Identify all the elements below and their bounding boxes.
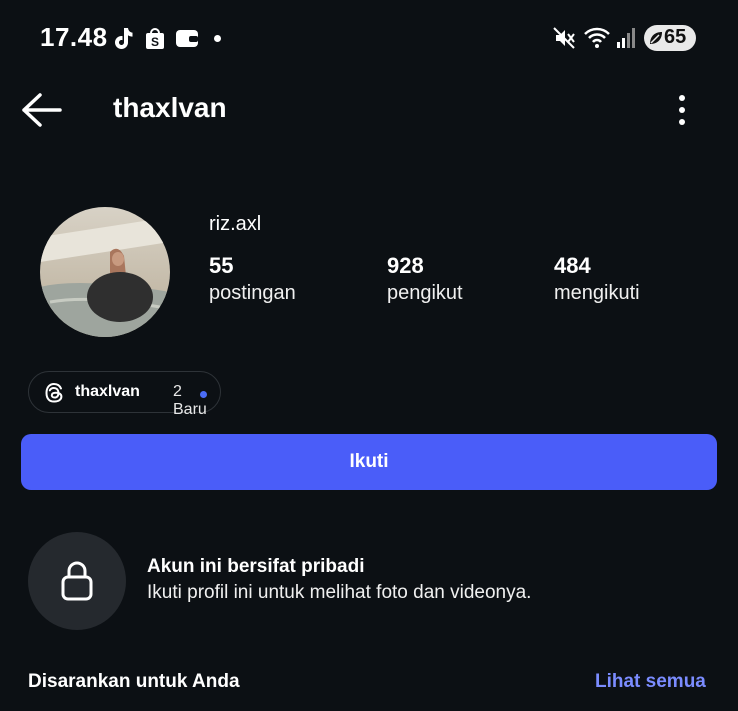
- tiktok-icon: [115, 28, 133, 49]
- stat-posts[interactable]: 55 postingan: [209, 253, 296, 307]
- stat-following-value: 484: [554, 253, 591, 278]
- leaf-icon: [650, 32, 662, 44]
- battery-indicator: 65: [644, 25, 696, 51]
- back-button[interactable]: [20, 90, 64, 130]
- wifi-icon: [584, 27, 610, 48]
- profile-username: thaxlvan: [113, 92, 227, 123]
- more-vertical-icon: [679, 95, 685, 125]
- signal-icon: [617, 28, 635, 48]
- private-lock-badge: [28, 532, 126, 630]
- stat-posts-label: postingan: [209, 282, 296, 304]
- private-account-title: Akun ini bersifat pribadi: [147, 556, 365, 577]
- see-all-link[interactable]: Lihat semua: [595, 671, 706, 693]
- threads-new-count: 2 Baru: [173, 383, 207, 418]
- wallet-icon: [176, 30, 198, 47]
- notification-dot: [214, 35, 221, 42]
- battery-level: 65: [664, 26, 687, 48]
- display-name: riz.axl: [209, 213, 262, 235]
- threads-unread-dot: [200, 391, 207, 398]
- suggestions-heading: Disarankan untuk Anda: [28, 671, 240, 692]
- stat-following-label: mengikuti: [554, 282, 640, 304]
- threads-icon: [45, 382, 63, 403]
- stat-followers-value: 928: [387, 253, 424, 278]
- status-bar: 17.48 S 65: [0, 0, 738, 76]
- lock-icon: [61, 561, 93, 601]
- more-options-button[interactable]: [670, 92, 694, 128]
- shopee-icon: S: [146, 28, 164, 49]
- stat-followers-label: pengikut: [387, 282, 463, 304]
- stat-following[interactable]: 484 mengikuti: [554, 253, 640, 307]
- status-time: 17.48: [40, 22, 108, 52]
- svg-text:S: S: [151, 35, 159, 49]
- arrow-left-icon: [22, 93, 62, 127]
- avatar-photo: [40, 207, 170, 337]
- threads-username: thaxlvan: [75, 383, 140, 400]
- stat-posts-value: 55: [209, 253, 234, 278]
- profile-avatar[interactable]: [40, 207, 170, 337]
- stat-followers[interactable]: 928 pengikut: [387, 253, 463, 307]
- private-account-subtitle: Ikuti profil ini untuk melihat foto dan …: [147, 582, 532, 603]
- mute-icon: [553, 27, 575, 49]
- threads-badge[interactable]: thaxlvan 2 Baru: [28, 371, 221, 418]
- follow-button[interactable]: Ikuti: [21, 434, 717, 490]
